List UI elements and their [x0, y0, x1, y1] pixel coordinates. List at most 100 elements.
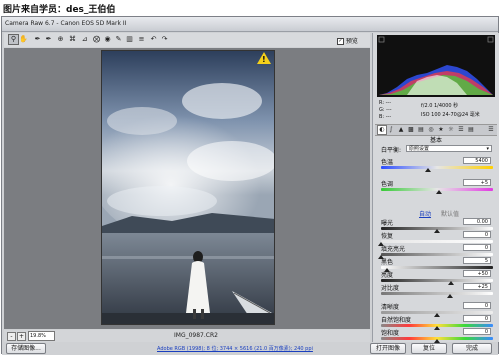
contrast-label: 对比度 [381, 285, 400, 292]
temp-label: 色温 [381, 159, 394, 166]
temp-slider-thumb[interactable] [425, 168, 432, 172]
graduated-filter-icon[interactable]: ▥ [125, 35, 134, 44]
preview-checkbox-box[interactable]: ✓ [337, 38, 344, 45]
image-canvas[interactable]: ! [4, 48, 370, 329]
photo-image [102, 51, 274, 324]
saturation-label: 饱和度 [381, 330, 400, 337]
saturation-slider-thumb[interactable] [434, 339, 440, 343]
blacks-value-field[interactable]: 5 [463, 257, 491, 264]
zoom-in-button[interactable]: + [17, 332, 26, 341]
exposure-label: 曝光 [381, 220, 394, 227]
readouts: R: --- G: --- B: --- f/2.0 1/4000 秒 ISO … [377, 98, 495, 122]
tab-presets[interactable]: ☰ [457, 126, 465, 134]
auto-default-row: 自动 默认值 [375, 209, 497, 218]
fill-slider-track[interactable] [381, 253, 493, 256]
brightness-value-field[interactable]: +50 [463, 270, 491, 277]
vibrance-slider-thumb[interactable] [434, 326, 440, 330]
tab-hsl[interactable]: ▩ [407, 126, 415, 134]
spot-removal-tool-icon[interactable]: ⨂ [92, 35, 101, 44]
fill-label: 填充亮光 [381, 246, 406, 253]
blacks-slider-track[interactable] [381, 266, 493, 269]
photo-preview [101, 50, 275, 325]
fill-value-field[interactable]: 0 [463, 244, 491, 251]
chevron-down-icon: ▾ [486, 146, 489, 152]
recovery-label: 恢复 [381, 233, 394, 240]
done-button[interactable]: 完成 [452, 343, 492, 354]
white-balance-value: 原照设置 [409, 146, 430, 152]
vibrance-label: 自然饱和度 [381, 317, 412, 324]
filename-label: IMG_0987.CR2 [174, 332, 218, 339]
auto-link[interactable]: 自动 [419, 209, 431, 218]
readout-g: G: --- [379, 107, 392, 113]
zoom-tool-icon[interactable]: ⚲ [8, 34, 19, 45]
clarity-value-field[interactable]: 0 [463, 302, 491, 309]
vibrance-value-field[interactable]: 0 [463, 315, 491, 322]
tab-tone-curve[interactable]: ∫ [387, 126, 395, 134]
exposure-slider-thumb[interactable] [434, 229, 440, 233]
brightness-label: 亮度 [381, 272, 394, 279]
rotate-ccw-icon[interactable]: ↶ [149, 35, 158, 44]
blacks-label: 黑色 [381, 259, 394, 266]
targeted-adjustment-tool-icon[interactable]: ⊕ [56, 35, 65, 44]
top-banner: 图片来自学员：des_王伯伯 [0, 0, 500, 16]
color-sampler-tool-icon[interactable]: ✒ [44, 35, 53, 44]
title-bar: Camera Raw 6.7 - Canon EOS 5D Mark II [2, 17, 498, 32]
brightness-slider-thumb[interactable] [448, 281, 454, 285]
status-bar: - + 19.8% IMG_0987.CR2 [4, 330, 370, 342]
camera-info: ISO 100 24-70@24 毫米 [421, 112, 480, 118]
tint-label: 色调 [381, 181, 394, 188]
crop-tool-icon[interactable]: ⌘ [68, 35, 77, 44]
adjustment-brush-icon[interactable]: ✎ [114, 35, 123, 44]
bottom-bar: 存储图像... Adobe RGB (1998); 8 位; 3744 × 56… [2, 343, 498, 355]
tab-lens[interactable]: ◎ [427, 126, 435, 134]
tab-detail[interactable]: ▲ [397, 126, 405, 134]
tab-snapshots[interactable]: ▤ [467, 126, 475, 134]
preferences-icon[interactable]: ≡ [137, 35, 146, 44]
exposure-info: f/2.0 1/4000 秒 [421, 103, 459, 109]
saturation-value-field[interactable]: 0 [463, 328, 491, 335]
camera-raw-window: Camera Raw 6.7 - Canon EOS 5D Mark II ⚲ … [1, 16, 499, 355]
clarity-slider-thumb[interactable] [434, 313, 440, 317]
tint-value-field[interactable]: +5 [463, 179, 491, 186]
banner-caption: 图片来自学员：des_王伯伯 [3, 5, 116, 15]
red-eye-tool-icon[interactable]: ◉ [103, 35, 112, 44]
window-title: Camera Raw 6.7 - Canon EOS 5D Mark II [5, 20, 127, 27]
tool-bar: ⚲ ✋ ✒ ✒ ⊕ ⌘ ⊿ ⨂ ◉ ✎ ▥ ≡ ↶ ↷ ✓ 预览 [4, 33, 370, 47]
panel-title: 基本 [429, 137, 442, 144]
clarity-label: 清晰度 [381, 304, 400, 311]
readout-b: B: --- [379, 114, 392, 120]
temp-value-field[interactable]: 5400 [463, 157, 491, 164]
contrast-slider-track[interactable] [381, 292, 493, 295]
zoom-out-button[interactable]: - [7, 332, 16, 341]
histogram [377, 35, 495, 97]
white-balance-tool-icon[interactable]: ✒ [33, 35, 42, 44]
white-balance-label: 白平衡: [381, 147, 402, 154]
hand-tool-icon[interactable]: ✋ [19, 35, 28, 44]
tab-camera-calibration[interactable]: ☼ [447, 126, 455, 134]
contrast-value-field[interactable]: +25 [463, 283, 491, 290]
warning-exclamation: ! [262, 55, 266, 64]
temp-slider-track[interactable] [381, 166, 493, 169]
panel-menu-icon[interactable]: ☰ [487, 126, 495, 134]
save-image-button[interactable]: 存储图像... [6, 343, 46, 354]
exposure-value-field[interactable]: 0.00 [463, 218, 491, 225]
contrast-slider-thumb[interactable] [447, 294, 454, 298]
tab-split-toning[interactable]: ▤ [417, 126, 425, 134]
default-link[interactable]: 默认值 [441, 209, 459, 218]
brightness-slider-track[interactable] [381, 279, 493, 282]
readout-r: R: --- [379, 100, 392, 106]
tint-slider-thumb[interactable] [436, 190, 443, 194]
straighten-tool-icon[interactable]: ⊿ [80, 35, 89, 44]
white-balance-select[interactable]: 原照设置 ▾ [406, 145, 492, 152]
workflow-options-link[interactable]: Adobe RGB (1998); 8 位; 3744 × 5616 (21.0… [157, 345, 313, 352]
preview-checkbox[interactable]: ✓ 预览 [337, 36, 358, 45]
open-image-button[interactable]: 打开图像 [370, 343, 406, 354]
reset-button[interactable]: 复位 [411, 343, 447, 354]
recovery-value-field[interactable]: 0 [463, 231, 491, 238]
tab-effects[interactable]: ★ [437, 126, 445, 134]
tab-basic[interactable]: ◐ [377, 125, 387, 135]
rotate-cw-icon[interactable]: ↷ [160, 35, 169, 44]
adjustment-panel: R: --- G: --- B: --- f/2.0 1/4000 秒 ISO … [372, 33, 499, 343]
recovery-slider-track[interactable] [381, 240, 493, 243]
zoom-level-field[interactable]: 19.8% [28, 331, 55, 341]
